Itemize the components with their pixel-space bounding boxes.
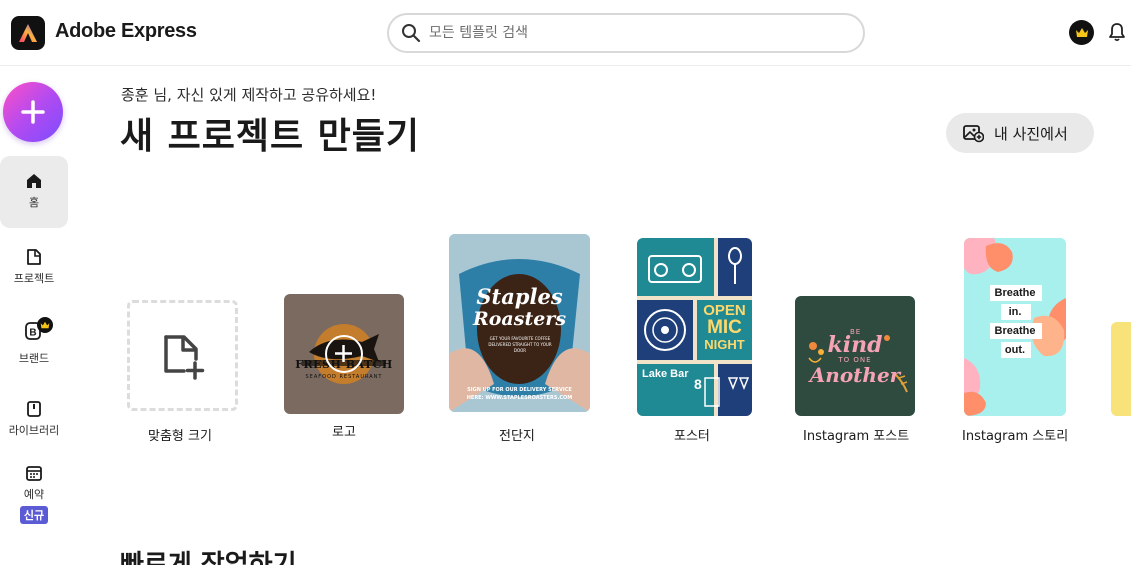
story-line3: Breathe bbox=[994, 325, 1036, 337]
svg-text:B: B bbox=[29, 328, 36, 339]
custom-size-thumbnail[interactable] bbox=[127, 300, 238, 411]
flyer-title-line1: Staples bbox=[476, 284, 563, 309]
photo-add-icon bbox=[963, 125, 984, 143]
greeting-text: 종훈 님, 자신 있게 제작하고 공유하세요! bbox=[121, 86, 377, 104]
section-title-quick-actions: 빠르게 작업하기 bbox=[120, 550, 297, 565]
crown-icon bbox=[37, 317, 53, 333]
instagram-story-thumbnail[interactable]: Breathe in. Breathe out. bbox=[964, 238, 1066, 416]
post-kind: kind bbox=[827, 332, 883, 358]
sidebar-item-brand[interactable]: B 브랜드 bbox=[0, 317, 68, 366]
sidebar-item-schedule[interactable]: 예약 신규 bbox=[0, 464, 68, 524]
search-input[interactable] bbox=[429, 21, 849, 45]
story-line2: in. bbox=[1008, 306, 1022, 318]
instagram-post-thumbnail[interactable]: BE kind TO ONE Another bbox=[795, 296, 915, 416]
poster-number: 8 bbox=[694, 376, 702, 392]
crown-icon bbox=[1075, 28, 1088, 37]
sidebar-item-label: 라이브러리 bbox=[8, 424, 60, 437]
card-label: Instagram 스토리 bbox=[962, 429, 1069, 444]
logo-thumb-subtitle: SEAFOOD RESTAURANT bbox=[305, 374, 383, 380]
sidebar-item-label: 홈 bbox=[28, 196, 40, 209]
story-line1: Breathe bbox=[994, 287, 1036, 299]
bell-icon bbox=[1109, 23, 1125, 42]
search-bar[interactable] bbox=[387, 13, 865, 53]
card-label: 로고 bbox=[332, 425, 356, 440]
story-line4: out. bbox=[1004, 344, 1026, 356]
poster-thumbnail[interactable]: OPEN MIC NIGHT Lake Bar 8 bbox=[637, 238, 752, 416]
poster-line3: NIGHT bbox=[704, 337, 745, 352]
notifications-button[interactable] bbox=[1107, 22, 1129, 44]
flyer-title-line2: Roasters bbox=[472, 308, 567, 330]
sidebar-item-label: 예약 bbox=[23, 488, 45, 501]
logo-thumbnail[interactable]: FRESH BATCH SEAFOOD RESTAURANT bbox=[284, 294, 404, 414]
new-badge: 신규 bbox=[19, 506, 49, 524]
from-my-photo-label: 내 사진에서 bbox=[994, 124, 1068, 143]
flyer-fine-print: GET YOUR FAVOURITE COFFEE DELIVERED STRA… bbox=[488, 336, 552, 353]
flyer-thumbnail[interactable]: Staples Roasters GET YOUR FAVOURITE COFF… bbox=[449, 234, 590, 412]
library-icon bbox=[27, 401, 41, 417]
calendar-icon bbox=[26, 466, 42, 481]
add-circle-icon bbox=[325, 335, 363, 373]
card-label: 맞춤형 크기 bbox=[148, 429, 212, 444]
from-my-photo-button[interactable]: 내 사진에서 bbox=[946, 113, 1094, 153]
create-new-button[interactable] bbox=[3, 82, 63, 142]
card-label: 포스터 bbox=[674, 429, 710, 444]
brand-name[interactable]: Adobe Express bbox=[55, 20, 197, 43]
flyer-cta: SIGN UP FOR OUR DELIVERY SERVICE HERE: W… bbox=[466, 387, 573, 401]
page-title: 새 프로젝트 만들기 bbox=[120, 116, 421, 157]
file-icon bbox=[27, 249, 41, 265]
poster-venue: Lake Bar bbox=[642, 368, 689, 380]
sidebar-item-label: 브랜드 bbox=[18, 352, 50, 365]
next-card-thumbnail-partial[interactable] bbox=[1111, 322, 1131, 416]
sidebar-item-library[interactable]: 라이브러리 bbox=[0, 400, 68, 438]
search-icon bbox=[401, 23, 421, 47]
sidebar-item-label: 프로젝트 bbox=[13, 272, 55, 285]
sidebar-item-projects[interactable]: 프로젝트 bbox=[0, 248, 68, 286]
poster-line2: MIC bbox=[707, 317, 742, 338]
card-label: Instagram 포스트 bbox=[803, 429, 910, 444]
sidebar-item-home[interactable]: 홈 bbox=[0, 156, 68, 228]
new-file-icon bbox=[163, 334, 204, 380]
card-label: 전단지 bbox=[499, 429, 535, 444]
plus-icon bbox=[21, 100, 45, 124]
adobe-express-logo-icon[interactable] bbox=[11, 16, 45, 50]
home-icon bbox=[27, 174, 41, 188]
left-sidebar: 홈 프로젝트 B 브랜드 라이브러리 예약 신규 bbox=[0, 66, 70, 565]
post-another: Another bbox=[809, 363, 901, 387]
top-bar: Adobe Express bbox=[0, 0, 1131, 66]
premium-crown-button[interactable] bbox=[1069, 20, 1094, 45]
